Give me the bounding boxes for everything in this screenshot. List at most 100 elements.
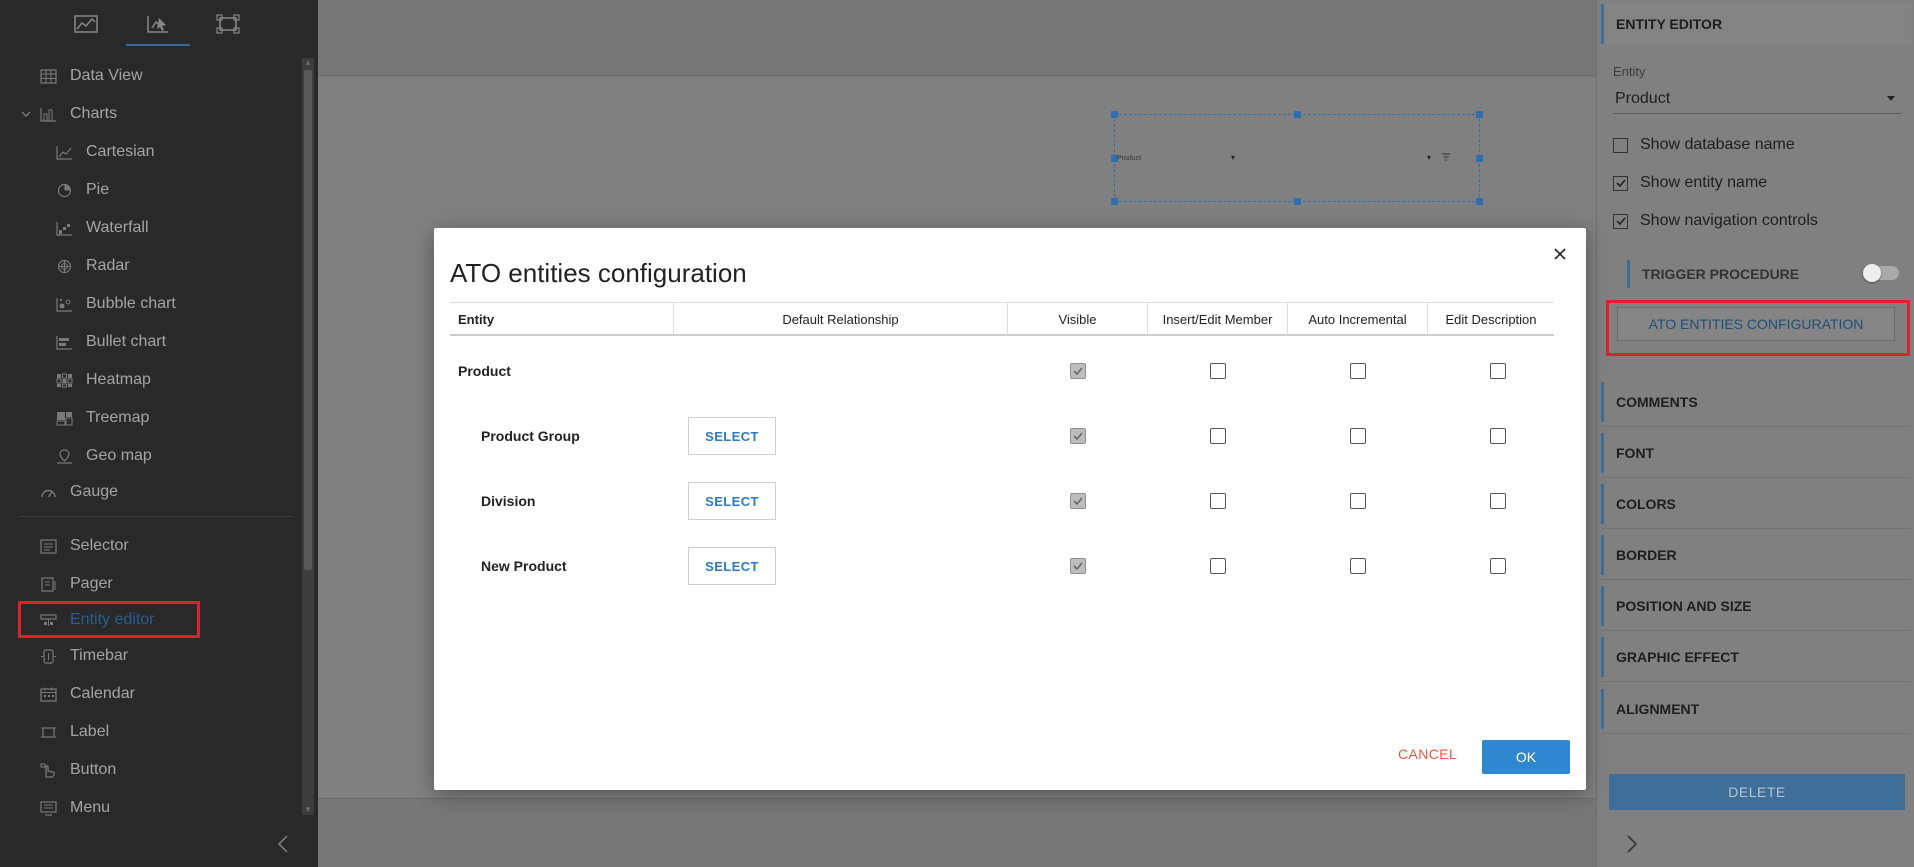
- insert-edit-member-checkbox[interactable]: [1210, 558, 1226, 574]
- delete-button[interactable]: DELETE: [1609, 774, 1905, 810]
- visible-checkbox[interactable]: [1070, 558, 1086, 574]
- scroll-down-arrow[interactable]: ▼: [303, 805, 313, 815]
- properties-panel: ENTITY EDITOR Entity Product Show databa…: [1596, 0, 1914, 867]
- checkbox-box[interactable]: [1613, 175, 1628, 191]
- checkbox-box[interactable]: [1613, 137, 1628, 153]
- expand-right-chevron-icon[interactable]: [1625, 834, 1639, 854]
- radar-chart-icon: [57, 259, 71, 273]
- edit-description-checkbox[interactable]: [1490, 428, 1506, 444]
- sidebar-item-waterfall[interactable]: Waterfall: [0, 212, 300, 244]
- select-relationship-button[interactable]: SELECT: [688, 417, 776, 455]
- close-button[interactable]: [1550, 244, 1570, 264]
- sidebar-item-heatmap[interactable]: Heatmap: [0, 364, 300, 396]
- insert-edit-member-checkbox[interactable]: [1210, 493, 1226, 509]
- checkmark-icon: [1615, 217, 1626, 226]
- widget-dropdown-caret-icon: ▾: [1231, 153, 1236, 162]
- checkbox-label: Show navigation controls: [1640, 212, 1818, 229]
- tab-components[interactable]: [126, 10, 190, 46]
- column-header-edit-description: Edit Description: [1445, 311, 1537, 327]
- scrollbar-thumb[interactable]: [304, 70, 312, 570]
- highlight-entity-editor: [18, 601, 200, 638]
- select-relationship-button[interactable]: SELECT: [688, 482, 776, 520]
- resize-handle[interactable]: [1111, 198, 1118, 205]
- show-database-name-checkbox[interactable]: Show database name: [1613, 134, 1795, 156]
- sidebar-item-cartesian[interactable]: Cartesian: [0, 136, 300, 168]
- resize-handle[interactable]: [1294, 198, 1301, 205]
- sidebar-item-treemap[interactable]: Treemap: [0, 402, 300, 434]
- sidebar-item-timebar[interactable]: Timebar: [0, 640, 300, 672]
- sidebar-item-charts[interactable]: Charts: [0, 98, 300, 130]
- section-graphic-effect[interactable]: GRAPHIC EFFECT: [1601, 637, 1911, 682]
- sidebar-item-radar[interactable]: Radar: [0, 250, 300, 282]
- show-navigation-controls-checkbox[interactable]: Show navigation controls: [1613, 210, 1818, 232]
- gauge-icon: [40, 489, 56, 497]
- tab-widgets[interactable]: [68, 10, 104, 38]
- close-icon: [1554, 248, 1566, 260]
- calendar-icon: [39, 687, 57, 702]
- canvas-footer-area: [318, 798, 1596, 867]
- canvas-header-area: [318, 0, 1596, 76]
- auto-incremental-checkbox[interactable]: [1350, 428, 1366, 444]
- trigger-procedure-toggle[interactable]: [1863, 264, 1899, 282]
- entity-label: Entity: [1613, 64, 1646, 79]
- auto-incremental-checkbox[interactable]: [1350, 558, 1366, 574]
- sidebar-item-label[interactable]: Label: [0, 716, 300, 748]
- sidebar-item-menu[interactable]: Menu: [0, 792, 300, 824]
- sidebar-item-button[interactable]: Button: [0, 754, 300, 786]
- ok-button[interactable]: OK: [1482, 740, 1570, 774]
- resize-handle[interactable]: [1476, 155, 1483, 162]
- sidebar-item-geo-map[interactable]: Geo map: [0, 440, 300, 472]
- label-frame-icon: [40, 726, 56, 738]
- visible-checkbox[interactable]: [1070, 428, 1086, 444]
- sidebar-item-data-view[interactable]: Data View: [0, 60, 300, 92]
- table-row: New Product SELECT: [450, 533, 1554, 598]
- entity-select[interactable]: Product: [1613, 84, 1901, 114]
- section-font[interactable]: FONT: [1601, 433, 1911, 478]
- section-position-and-size[interactable]: POSITION AND SIZE: [1601, 586, 1911, 631]
- table-row: Division SELECT: [450, 468, 1554, 533]
- visible-checkbox[interactable]: [1070, 493, 1086, 509]
- edit-description-checkbox[interactable]: [1490, 558, 1506, 574]
- sidebar-item-pager[interactable]: Pager: [0, 568, 300, 600]
- sidebar-item-bullet-chart[interactable]: Bullet chart: [0, 326, 300, 358]
- cancel-button[interactable]: CANCEL: [1398, 746, 1457, 762]
- checkmark-icon: [1073, 432, 1083, 441]
- sidebar-divider: [20, 516, 292, 517]
- crop-frame-icon: [216, 14, 240, 34]
- visible-checkbox[interactable]: [1070, 363, 1086, 379]
- sidebar-item-pie[interactable]: Pie: [0, 174, 300, 206]
- edit-description-checkbox[interactable]: [1490, 493, 1506, 509]
- select-relationship-button[interactable]: SELECT: [688, 547, 776, 585]
- section-alignment[interactable]: ALIGNMENT: [1601, 689, 1911, 734]
- show-entity-name-checkbox[interactable]: Show entity name: [1613, 172, 1767, 194]
- sidebar-scrollbar[interactable]: ▲ ▼: [302, 58, 314, 815]
- waterfall-chart-icon: [55, 221, 72, 236]
- sidebar-item-selector[interactable]: Selector: [0, 530, 300, 562]
- sidebar-item-calendar[interactable]: Calendar: [0, 678, 300, 710]
- tab-layout[interactable]: [210, 10, 246, 38]
- resize-handle[interactable]: [1111, 111, 1118, 118]
- resize-handle[interactable]: [1476, 198, 1483, 205]
- resize-handle[interactable]: [1294, 111, 1301, 118]
- insert-edit-member-checkbox[interactable]: [1210, 363, 1226, 379]
- chart-cursor-icon: [147, 16, 168, 33]
- timebar-icon: [40, 648, 56, 664]
- table-grid-icon: [39, 68, 57, 84]
- sidebar-item-gauge[interactable]: Gauge: [0, 476, 300, 508]
- section-comments[interactable]: COMMENTS: [1601, 382, 1911, 427]
- section-colors[interactable]: COLORS: [1601, 484, 1911, 529]
- insert-edit-member-checkbox[interactable]: [1210, 428, 1226, 444]
- scroll-up-arrow[interactable]: ▲: [303, 58, 313, 68]
- entity-editor-widget[interactable]: Product ▾ ▾: [1111, 111, 1483, 205]
- bullet-chart-icon: [55, 335, 72, 350]
- auto-incremental-checkbox[interactable]: [1350, 363, 1366, 379]
- collapse-left-chevron-icon[interactable]: [276, 834, 290, 854]
- section-border[interactable]: BORDER: [1601, 535, 1911, 580]
- auto-incremental-checkbox[interactable]: [1350, 493, 1366, 509]
- resize-handle[interactable]: [1476, 111, 1483, 118]
- edit-description-checkbox[interactable]: [1490, 363, 1506, 379]
- column-header-auto-incremental: Auto Incremental: [1288, 303, 1428, 335]
- checkbox-box[interactable]: [1613, 213, 1628, 229]
- sidebar-item-bubble-chart[interactable]: Bubble chart: [0, 288, 300, 320]
- menu-monitor-icon: [39, 800, 57, 816]
